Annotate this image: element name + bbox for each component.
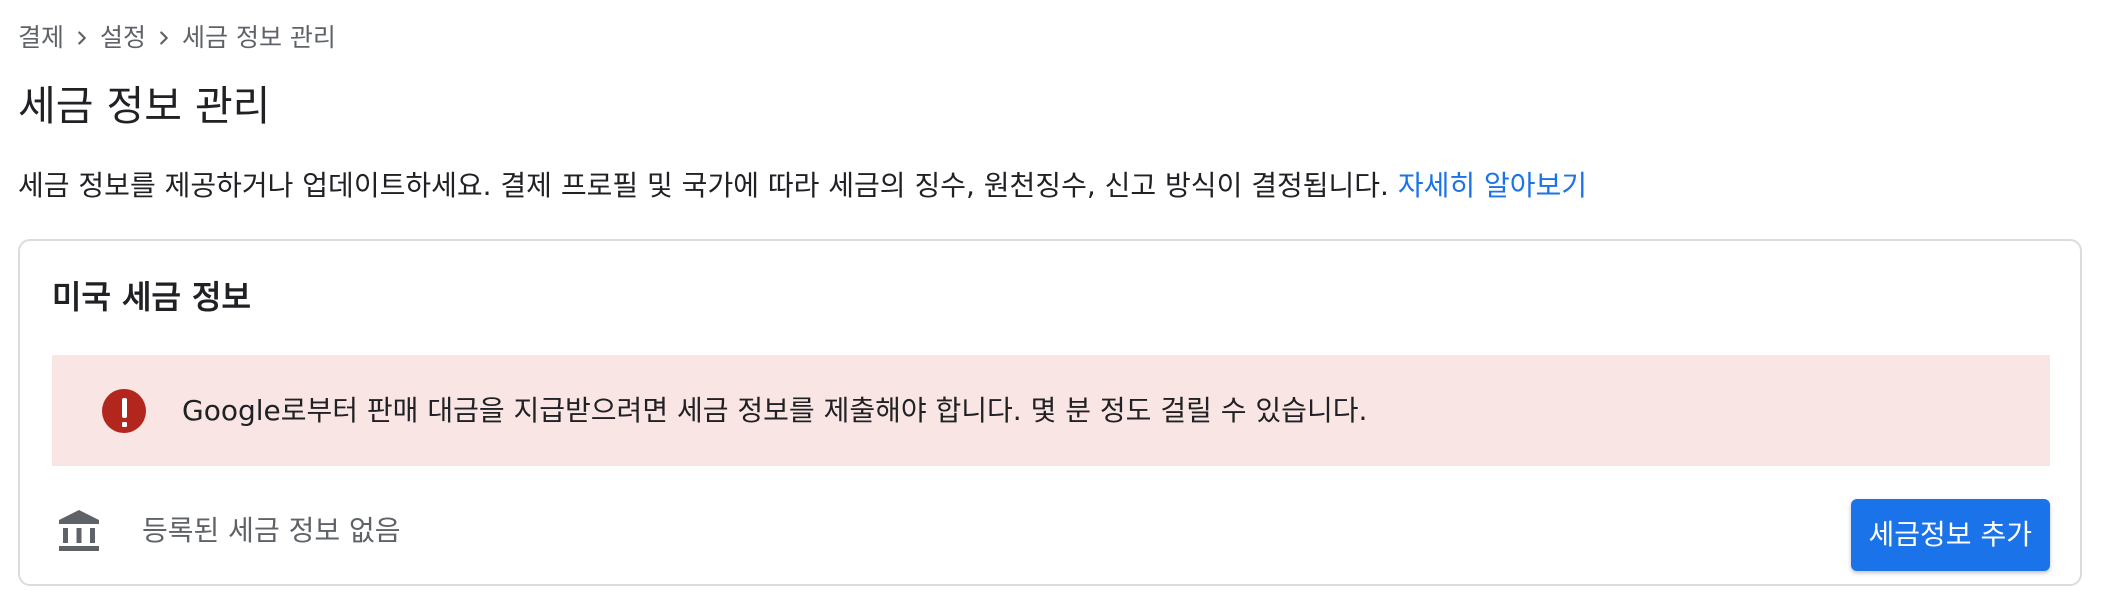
breadcrumb-item-payments[interactable]: 결제	[18, 20, 64, 56]
empty-state-text: 등록된 세금 정보 없음	[142, 514, 401, 547]
add-tax-info-button[interactable]: 세금정보 추가	[1850, 499, 2050, 571]
bank-icon	[59, 510, 99, 551]
tax-settings-page: 결제 설정 세금 정보 관리 세금 정보 관리 세금 정보를 제공하거나 업데이…	[0, 0, 2102, 604]
tax-info-required-alert: Google로부터 판매 대금을 지급받으려면 세금 정보를 제출해야 합니다.…	[52, 355, 2050, 466]
card-title: 미국 세금 정보	[52, 278, 251, 316]
breadcrumb-item-current: 세금 정보 관리	[182, 23, 336, 52]
page-description: 세금 정보를 제공하거나 업데이트하세요. 결제 프로필 및 국가에 따라 세금…	[18, 166, 1587, 206]
alert-text: Google로부터 판매 대금을 지급받으려면 세금 정보를 제출해야 합니다.…	[182, 393, 1368, 427]
breadcrumb-item-settings[interactable]: 설정	[100, 20, 146, 56]
chevron-right-icon	[146, 27, 182, 49]
learn-more-link[interactable]: 자세히 알아보기	[1398, 169, 1587, 202]
error-icon	[102, 388, 146, 433]
us-tax-info-card: 미국 세금 정보 Google로부터 판매 대금을 지급받으려면 세금 정보를 …	[18, 239, 2082, 586]
page-title: 세금 정보 관리	[18, 82, 271, 130]
tax-info-empty-state: 등록된 세금 정보 없음 세금정보 추가	[52, 491, 2050, 571]
chevron-right-icon	[64, 27, 100, 49]
breadcrumb: 결제 설정 세금 정보 관리	[18, 20, 336, 56]
description-text: 세금 정보를 제공하거나 업데이트하세요. 결제 프로필 및 국가에 따라 세금…	[18, 169, 1389, 202]
